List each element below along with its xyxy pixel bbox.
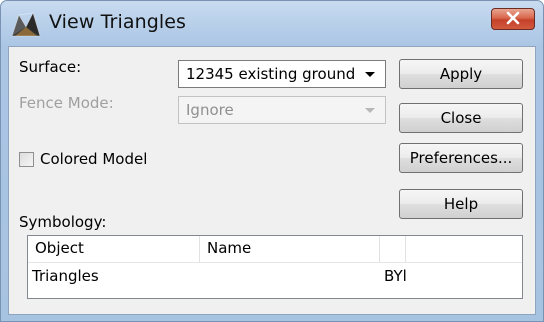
window-close-button[interactable] (491, 8, 535, 30)
symbology-label: Symbology: (19, 213, 107, 231)
column-header-object[interactable]: Object (28, 236, 200, 262)
table-header: Object Name (28, 236, 522, 263)
colored-model-option[interactable]: Colored Model (19, 150, 147, 168)
fence-mode-value: Ignore (186, 101, 234, 119)
fence-mode-dropdown[interactable]: Ignore (178, 96, 386, 124)
close-icon (505, 10, 521, 29)
fence-mode-label: Fence Mode: (19, 94, 114, 112)
symbology-table: Object Name Triangles BYl (27, 235, 523, 299)
window-title: View Triangles (49, 11, 187, 33)
title-bar[interactable]: View Triangles (1, 1, 543, 47)
surface-dropdown[interactable]: 12345 existing ground (178, 60, 386, 88)
colored-model-label: Colored Model (40, 150, 148, 168)
colored-model-checkbox[interactable] (19, 151, 34, 167)
triangles-app-icon (11, 9, 41, 37)
chevron-down-icon (365, 108, 375, 113)
preferences-button[interactable]: Preferences... (399, 143, 523, 173)
column-header-symbology[interactable] (380, 236, 406, 262)
dialog-client-area: Surface: 12345 existing ground Fence Mod… (8, 46, 536, 315)
row-object: Triangles (32, 267, 99, 285)
row-symbology: BYl (384, 267, 407, 285)
close-button[interactable]: Close (399, 103, 523, 133)
chevron-down-icon (365, 72, 375, 77)
help-button[interactable]: Help (399, 189, 523, 219)
column-header-name[interactable]: Name (200, 236, 380, 262)
surface-label: Surface: (19, 58, 82, 76)
surface-value: 12345 existing ground (186, 65, 356, 83)
apply-button[interactable]: Apply (399, 59, 523, 89)
table-row[interactable]: Triangles BYl (28, 263, 522, 289)
column-header-filler (406, 236, 522, 262)
